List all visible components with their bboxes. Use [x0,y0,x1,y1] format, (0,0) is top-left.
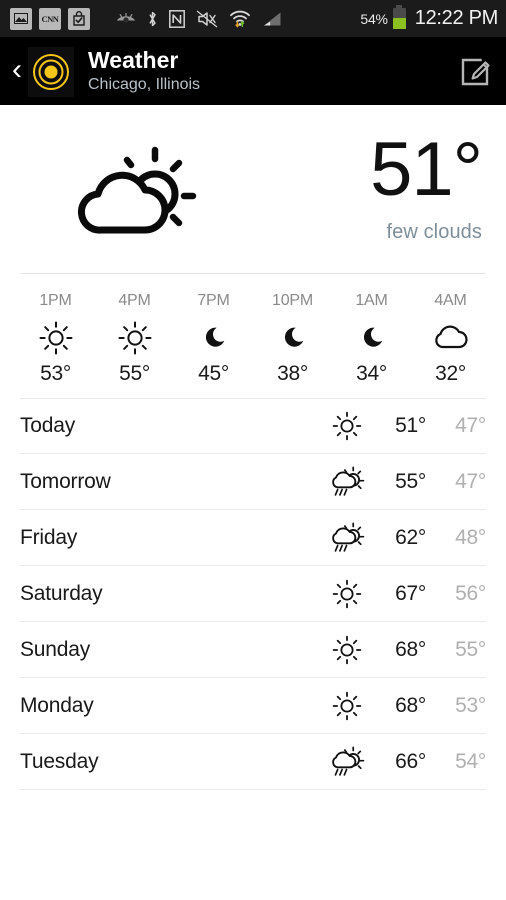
current-condition-label: few clouds [386,220,482,243]
rain-sun-cloud-icon [324,745,370,778]
smart-stay-eye-icon [116,12,136,26]
battery-fill [392,17,406,29]
daily-row[interactable]: Saturday 67° 56° [20,566,486,622]
daily-row[interactable]: Today 51° 47° [20,398,486,454]
current-weather-icon [0,138,270,240]
daily-high-temp: 67° [395,581,426,605]
status-bar-system: 54% 12:22 PM [360,5,499,30]
daily-day-label: Friday [20,525,78,549]
daily-low-temp: 48° [455,525,486,549]
daily-high-temp: 51° [395,414,426,437]
daily-row[interactable]: Tomorrow 55° 47° [20,454,486,510]
action-bar-titles: Weather Chicago, Illinois [88,48,200,95]
daily-high-temp: 68° [395,693,426,717]
hourly-time: 7PM [197,292,230,309]
daily-low-temp: 56° [455,581,486,605]
hourly-item[interactable]: 4AM 32° [411,292,490,386]
rain-sun-cloud-icon [324,521,370,554]
weather-app-icon[interactable] [28,46,74,97]
daily-row[interactable]: Sunday 68° 55° [20,622,486,678]
status-bar-clock: 12:22 PM [414,7,499,29]
hourly-time: 10PM [272,292,313,309]
daily-low-temp: 54° [455,749,486,773]
hourly-time: 4PM [118,292,151,309]
status-bar-indicators [116,9,282,28]
battery-percent-label: 54% [360,10,388,27]
cnn-news-icon: CNN [39,7,61,30]
daily-low-temp: 55° [455,637,486,661]
edit-location-icon[interactable] [458,55,492,89]
daily-low-temp: 47° [455,469,486,493]
hourly-temp: 32° [435,362,466,385]
moon-icon [278,318,308,358]
back-button[interactable]: ‹ [8,55,28,85]
cnn-label: CNN [41,13,59,24]
hourly-time: 4AM [434,292,467,309]
location-subtitle: Chicago, Illinois [88,75,201,93]
hourly-temp: 55° [119,362,150,385]
sun-icon [118,318,152,358]
hourly-forecast[interactable]: 1PM 53° 4PM 55° 7PM 45° 10PM 38° 1AM 34°… [0,274,506,398]
daily-day-label: Today [20,414,76,437]
daily-high-temp: 62° [395,525,426,549]
daily-day-label: Monday [20,693,94,717]
hourly-temp: 34° [356,362,387,385]
hourly-time: 1PM [39,292,72,309]
bluetooth-icon [147,10,158,28]
daily-day-label: Tuesday [20,749,99,773]
battery-icon [392,5,406,29]
current-readout: 51° few clouds [370,127,484,243]
daily-row[interactable]: Friday 62° 48° [20,510,486,566]
daily-day-label: Sunday [20,637,91,661]
hourly-temp: 38° [277,362,308,385]
gallery-image-icon [10,7,32,30]
hourly-item[interactable]: 10PM 38° [253,292,332,386]
cloud-icon [432,318,470,358]
wifi-icon [229,10,251,28]
daily-high-temp: 66° [395,749,426,773]
play-store-icon [68,7,90,30]
sound-mute-vibrate-icon [196,9,218,28]
sun-icon [324,579,370,609]
hourly-temp: 53° [40,362,71,385]
daily-row[interactable]: Monday 68° 53° [20,678,486,734]
status-bar-notifications: CNN [10,7,90,30]
sun-icon [324,411,370,441]
daily-forecast[interactable]: Today 51° 47° Tomorrow 55° 47° Friday 62… [0,398,506,790]
current-temperature: 51° [370,127,483,213]
status-bar[interactable]: CNN 54% 12:22 PM [0,0,506,38]
daily-low-temp: 53° [455,693,486,717]
rain-sun-cloud-icon [324,465,370,498]
hourly-item[interactable]: 4PM 55° [95,292,174,386]
current-conditions: 51° few clouds [0,105,506,273]
hourly-time: 1AM [355,292,388,309]
daily-row[interactable]: Tuesday 66° 54° [20,734,486,790]
hourly-item[interactable]: 1PM 53° [16,292,95,386]
cellular-signal-icon [262,11,282,27]
action-bar: ‹ Weather Chicago, Illinois [0,38,506,105]
sun-icon [39,318,73,358]
nfc-icon [169,9,185,28]
moon-icon [357,318,387,358]
hourly-item[interactable]: 7PM 45° [174,292,253,386]
daily-high-temp: 68° [395,637,426,661]
daily-low-temp: 47° [455,414,486,437]
daily-day-label: Tomorrow [20,469,111,493]
daily-day-label: Saturday [20,581,103,605]
daily-high-temp: 55° [395,469,426,493]
sun-icon [324,635,370,665]
sun-icon [324,691,370,721]
hourly-item[interactable]: 1AM 34° [332,292,411,386]
moon-icon [199,318,229,358]
page-title: Weather [88,47,179,74]
hourly-temp: 45° [198,362,229,385]
